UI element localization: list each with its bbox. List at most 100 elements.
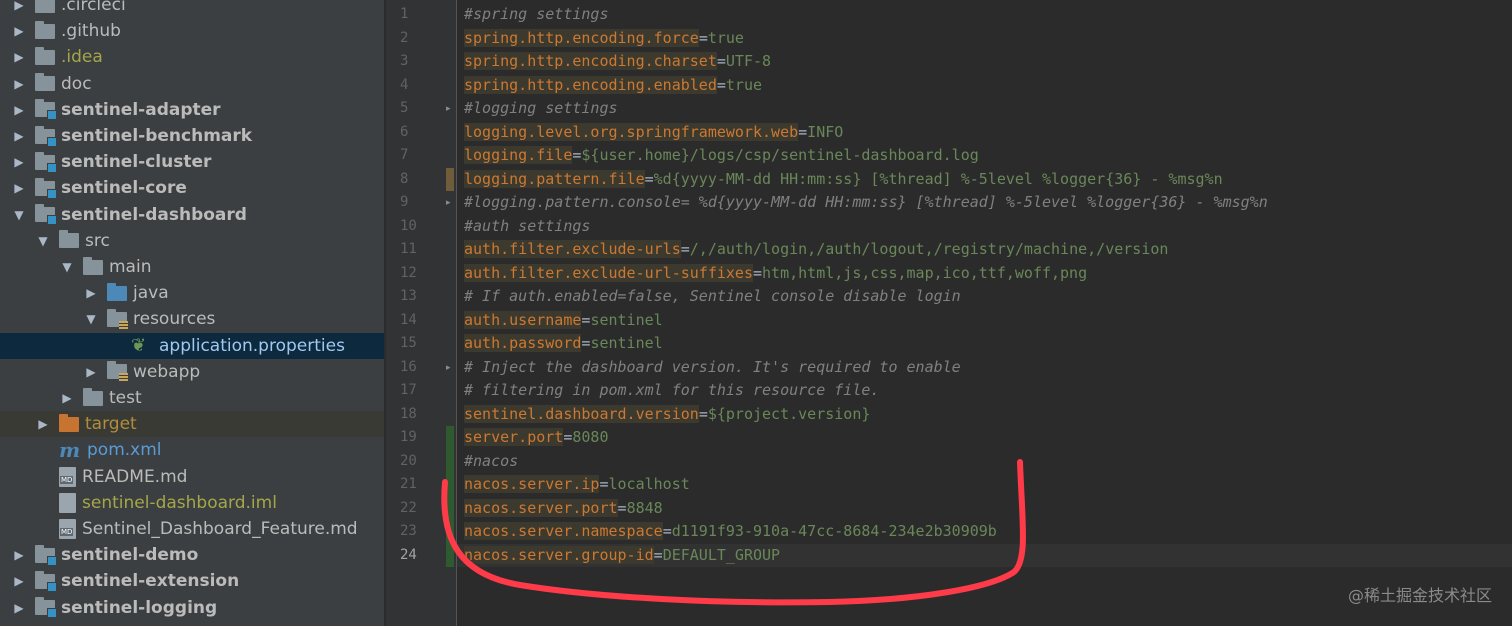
expand-arrow-down-icon[interactable]: ▼ xyxy=(36,234,50,248)
tree-item-sentinel-adapter[interactable]: ▶ sentinel-adapter xyxy=(0,97,384,123)
code-line[interactable]: nacos.server.port=8848 xyxy=(457,497,1512,521)
tree-item-sentinel-dashboard-feature-md[interactable]: ▶MDSentinel_Dashboard_Feature.md xyxy=(0,516,384,542)
tree-item-sentinel-benchmark[interactable]: ▶ sentinel-benchmark xyxy=(0,123,384,149)
line-number: 18 xyxy=(400,405,417,422)
tree-item-main[interactable]: ▼ main xyxy=(0,254,384,280)
expand-arrow-down-icon[interactable]: ▼ xyxy=(60,260,74,274)
tree-item-sentinel-dashboard-iml[interactable]: ▶sentinel-dashboard.iml xyxy=(0,490,384,516)
expand-arrow-right-icon[interactable]: ▶ xyxy=(12,24,26,38)
code-line[interactable]: auth.filter.exclude-url-suffixes=htm,htm… xyxy=(457,262,1512,286)
iml-file-icon xyxy=(59,492,76,513)
expand-arrow-right-icon[interactable]: ▶ xyxy=(60,391,74,405)
comment-text: #spring settings xyxy=(464,5,609,23)
expand-arrow-right-icon[interactable]: ▶ xyxy=(12,181,26,195)
change-marker xyxy=(446,167,454,191)
watermark-text: @稀土掘金技术社区 xyxy=(1347,586,1492,605)
property-key: logging.level.org.springframework.web xyxy=(464,122,799,141)
code-line[interactable]: #auth settings xyxy=(457,215,1512,239)
code-line[interactable]: #logging.pattern.console= %d{yyyy-MM-dd … xyxy=(457,191,1512,215)
property-key: spring.http.encoding.force xyxy=(464,28,699,47)
tree-item-sentinel-core[interactable]: ▶ sentinel-core xyxy=(0,175,384,201)
expand-arrow-right-icon[interactable]: ▶ xyxy=(12,0,26,12)
code-line[interactable]: #nacos xyxy=(457,450,1512,474)
tree-item-test[interactable]: ▶ test xyxy=(0,385,384,411)
tree-item-resources[interactable]: ▼ resources xyxy=(0,306,384,332)
property-key: spring.http.encoding.enabled xyxy=(464,75,717,94)
tree-item-label: Sentinel_Dashboard_Feature.md xyxy=(82,519,358,539)
code-line[interactable]: spring.http.encoding.charset=UTF-8 xyxy=(457,50,1512,74)
tree-item-sentinel-extension[interactable]: ▶ sentinel-extension xyxy=(0,568,384,594)
markdown-file-icon: MD xyxy=(59,519,76,539)
fold-marker-icon[interactable]: ▸ xyxy=(446,104,451,114)
fold-marker-icon[interactable]: ▸ xyxy=(446,198,451,208)
code-line[interactable]: logging.level.org.springframework.web=IN… xyxy=(457,121,1512,145)
tree-item-pom-xml[interactable]: ▶mpom.xml xyxy=(0,437,384,463)
property-key: nacos.server.ip xyxy=(464,475,600,493)
expand-arrow-right-icon[interactable]: ▶ xyxy=(12,103,26,117)
code-line[interactable]: # Inject the dashboard version. It's req… xyxy=(457,356,1512,380)
code-line[interactable]: logging.pattern.file=%d{yyyy-MM-dd HH:mm… xyxy=(457,168,1512,192)
module-folder-icon xyxy=(35,125,57,147)
expand-arrow-right-icon[interactable]: ▶ xyxy=(12,548,26,562)
equals-sign: = xyxy=(798,122,808,141)
module-folder-icon xyxy=(35,544,57,566)
expand-arrow-down-icon[interactable]: ▼ xyxy=(12,208,26,222)
tree-item-idea[interactable]: ▶ .idea xyxy=(0,44,384,70)
expand-arrow-right-icon[interactable]: ▶ xyxy=(12,50,26,64)
tree-item-label: sentinel-adapter xyxy=(61,99,221,120)
code-line[interactable]: auth.filter.exclude-urls=/,/auth/login,/… xyxy=(457,238,1512,262)
tree-item-src[interactable]: ▼ src xyxy=(0,228,384,254)
property-value: localhost xyxy=(608,475,690,493)
comment-text: #logging.pattern.console= %d{yyyy-MM-dd … xyxy=(464,193,1268,211)
tree-item-sentinel-cluster[interactable]: ▶ sentinel-cluster xyxy=(0,149,384,175)
property-key: logging.pattern.file xyxy=(464,169,645,188)
tree-item-application-properties[interactable]: ▶❦application.properties xyxy=(0,332,384,359)
property-key: auth.password xyxy=(464,334,582,352)
expand-arrow-right-icon[interactable]: ▶ xyxy=(84,286,98,300)
code-line[interactable]: # filtering in pom.xml for this resource… xyxy=(457,379,1512,403)
property-key: nacos.server.port xyxy=(464,498,618,517)
tree-item-sentinel-demo[interactable]: ▶ sentinel-demo xyxy=(0,542,384,568)
code-line[interactable]: spring.http.encoding.enabled=true xyxy=(457,74,1512,98)
expand-arrow-right-icon[interactable]: ▶ xyxy=(12,574,26,588)
tree-item-sentinel-logging[interactable]: ▶ sentinel-logging xyxy=(0,595,384,621)
tree-item-label: .github xyxy=(61,21,121,42)
expand-arrow-right-icon[interactable]: ▶ xyxy=(36,417,50,431)
tree-item-webapp[interactable]: ▶ webapp xyxy=(0,359,384,385)
property-key: nacos.server.namespace xyxy=(464,522,663,540)
property-key: sentinel.dashboard.version xyxy=(464,404,699,423)
tree-item-sentinel-dashboard[interactable]: ▼ sentinel-dashboard xyxy=(0,202,384,228)
expand-arrow-right-icon[interactable]: ▶ xyxy=(12,129,26,143)
fold-marker-icon[interactable]: ▸ xyxy=(446,363,451,373)
tree-item-github[interactable]: ▶ .github xyxy=(0,18,384,44)
code-line[interactable]: # If auth.enabled=false, Sentinel consol… xyxy=(457,285,1512,309)
code-line[interactable]: logging.file=${user.home}/logs/csp/senti… xyxy=(457,144,1512,168)
tree-item-circleci[interactable]: ▶ .circleci xyxy=(0,0,384,18)
code-line[interactable]: sentinel.dashboard.version=${project.ver… xyxy=(457,403,1512,427)
source-folder-icon xyxy=(107,282,127,301)
expand-arrow-right-icon[interactable]: ▶ xyxy=(84,365,98,379)
code-line[interactable]: nacos.server.namespace=d1191f93-910a-47c… xyxy=(457,520,1512,544)
code-line[interactable]: auth.password=sentinel xyxy=(457,332,1512,356)
code-line[interactable]: auth.username=sentinel xyxy=(457,309,1512,333)
expand-arrow-right-icon[interactable]: ▶ xyxy=(12,77,26,91)
expand-arrow-right-icon[interactable]: ▶ xyxy=(12,155,26,169)
tree-item-label: resources xyxy=(133,309,216,330)
code-line[interactable]: spring.http.encoding.force=true xyxy=(457,27,1512,51)
editor-content[interactable]: #spring settings spring.http.encoding.for… xyxy=(457,0,1512,626)
tree-item-target[interactable]: ▶ target xyxy=(0,411,384,438)
code-line[interactable]: nacos.server.ip=localhost xyxy=(457,473,1512,497)
comment-text: #nacos xyxy=(464,451,519,470)
module-folder-icon xyxy=(35,597,57,619)
tree-item-doc[interactable]: ▶ doc xyxy=(0,71,384,97)
code-line[interactable]: #spring settings xyxy=(457,3,1512,27)
expand-arrow-right-icon[interactable]: ▶ xyxy=(12,601,26,615)
code-line[interactable]: #logging settings xyxy=(457,97,1512,121)
excluded-folder-icon xyxy=(59,413,79,432)
expand-arrow-down-icon[interactable]: ▼ xyxy=(84,312,98,326)
equals-sign: = xyxy=(716,52,726,70)
tree-item-java[interactable]: ▶ java xyxy=(0,280,384,306)
tree-item-readme-md[interactable]: ▶MDREADME.md xyxy=(0,464,384,490)
code-line[interactable]: nacos.server.group-id=DEFAULT_GROUP xyxy=(457,543,1512,567)
code-line[interactable]: server.port=8080 xyxy=(457,426,1512,450)
